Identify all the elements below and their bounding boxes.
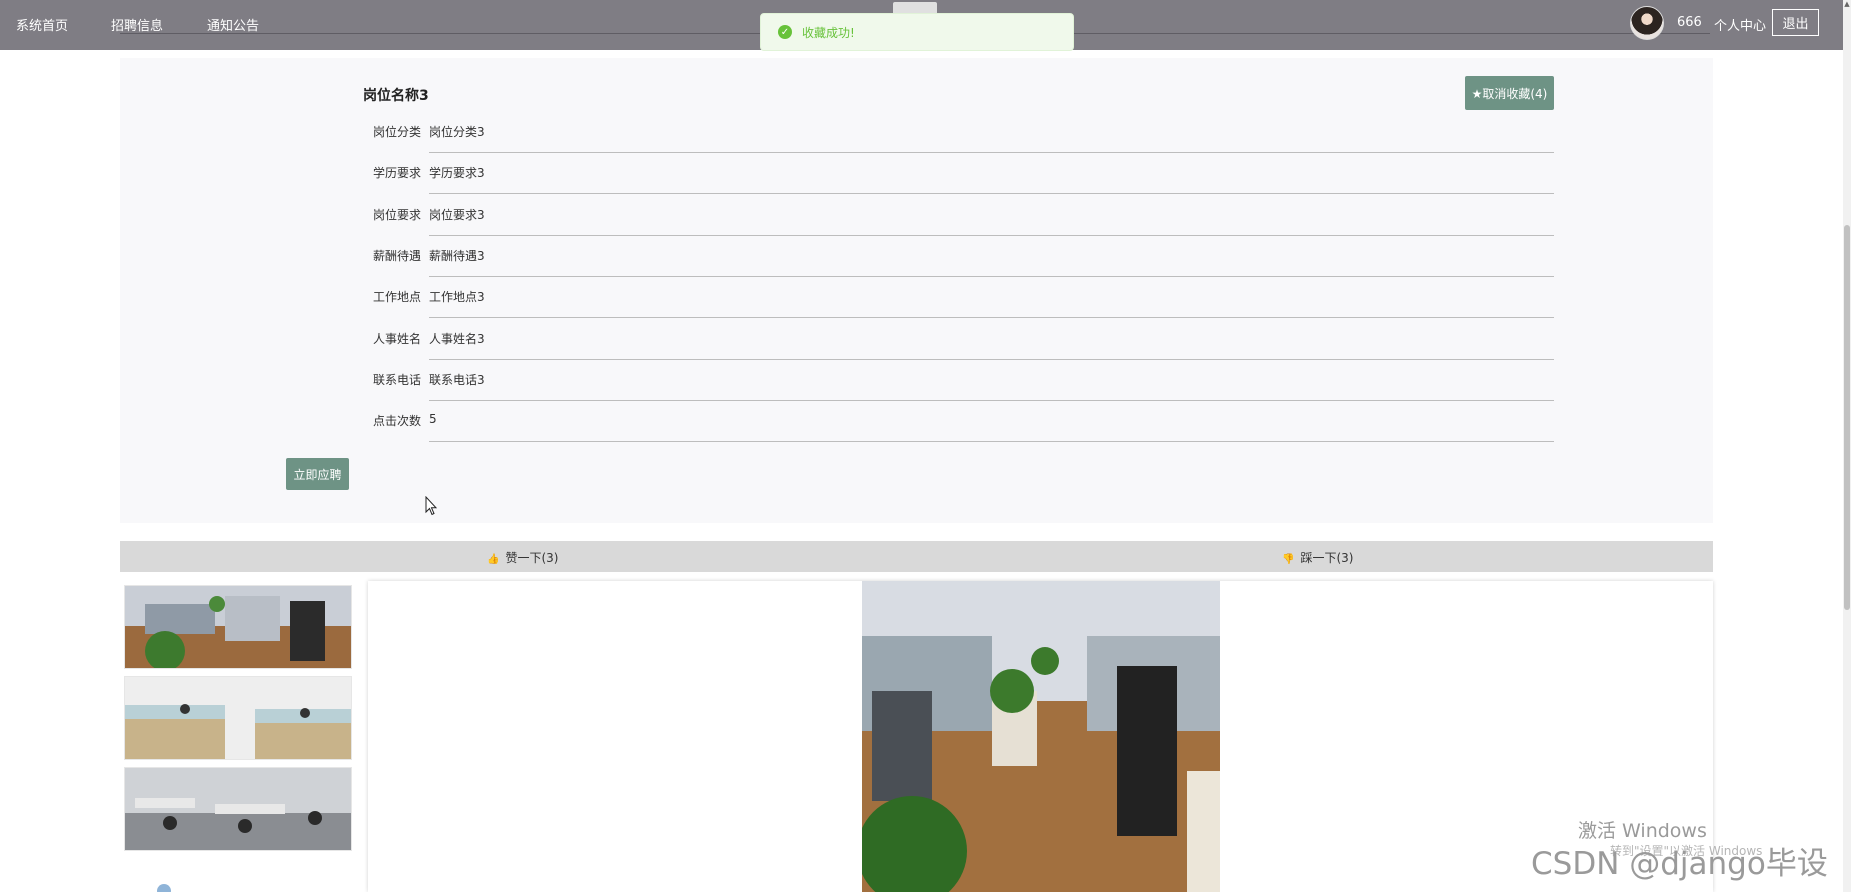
job-field-row: 工作地点 工作地点3	[363, 277, 1554, 319]
field-value: 人事姓名3	[429, 331, 485, 346]
logout-button[interactable]: 退出	[1772, 9, 1819, 36]
field-label: 人事姓名	[372, 331, 421, 346]
personal-center-link[interactable]: 个人中心	[1714, 15, 1766, 34]
thumbs-down-icon: 👎	[1282, 554, 1295, 565]
job-field-row: 人事姓名 人事姓名3	[363, 319, 1554, 360]
toast-message: 收藏成功!	[802, 25, 855, 40]
job-field-row: 学历要求 学历要求3	[363, 153, 1554, 195]
nav-item-notices[interactable]: 通知公告	[207, 15, 259, 34]
page-scrollbar[interactable]: ▲	[1843, 0, 1851, 892]
gallery-thumbnail-2[interactable]	[124, 676, 352, 760]
field-label: 岗位分类	[372, 125, 421, 139]
job-title: 岗位名称3	[363, 88, 429, 104]
scroll-up-arrow-icon[interactable]: ▲	[1843, 0, 1851, 8]
job-field-row: 岗位分类 岗位分类3	[363, 112, 1554, 153]
mouse-cursor-icon	[425, 496, 437, 516]
field-value: 联系电话3	[429, 372, 485, 387]
carousel-dot[interactable]	[157, 884, 171, 892]
field-value: 5	[429, 412, 437, 427]
field-value: 薪酬待遇3	[429, 248, 485, 263]
field-label: 学历要求	[372, 166, 421, 181]
apply-button[interactable]: 立即应聘	[286, 458, 349, 490]
gallery-thumbnail-1[interactable]	[124, 585, 352, 669]
dislike-label: 踩一下(3)	[1300, 551, 1354, 565]
unfavorite-button[interactable]: ★取消收藏(4)	[1465, 76, 1554, 110]
username: 666	[1677, 15, 1702, 30]
field-value: 岗位分类3	[429, 125, 485, 139]
dislike-button[interactable]: 👎 踩一下(3)	[1282, 549, 1353, 566]
field-label: 薪酬待遇	[372, 248, 421, 263]
thumbs-up-icon: 👍	[487, 554, 500, 565]
field-value: 工作地点3	[429, 290, 485, 305]
reaction-bar	[120, 541, 1713, 572]
scroll-thumb[interactable]	[1844, 225, 1850, 610]
success-toast: ✓ 收藏成功!	[760, 13, 1074, 51]
field-label: 联系电话	[372, 372, 421, 387]
avatar[interactable]	[1630, 6, 1664, 40]
like-label: 赞一下(3)	[505, 551, 559, 565]
field-label: 岗位要求	[372, 207, 421, 222]
job-field-row: 点击次数 5	[363, 401, 1554, 443]
field-value: 岗位要求3	[429, 207, 485, 222]
check-circle-icon: ✓	[778, 25, 792, 39]
field-value: 学历要求3	[429, 166, 485, 181]
job-field-row: 薪酬待遇 薪酬待遇3	[363, 236, 1554, 277]
job-field-row: 联系电话 联系电话3	[363, 360, 1554, 401]
field-underline	[429, 441, 1554, 443]
field-label: 工作地点	[372, 290, 421, 305]
main-office-image	[862, 581, 1220, 892]
nav-item-recruitment[interactable]: 招聘信息	[111, 15, 163, 34]
like-button[interactable]: 👍 赞一下(3)	[487, 549, 558, 566]
gallery-thumbnail-3[interactable]	[124, 767, 352, 851]
csdn-watermark: CSDN @django毕设	[1531, 846, 1828, 882]
nav-item-home[interactable]: 系统首页	[16, 15, 68, 34]
field-label: 点击次数	[372, 414, 421, 429]
job-field-row: 岗位要求 岗位要求3	[363, 195, 1554, 236]
